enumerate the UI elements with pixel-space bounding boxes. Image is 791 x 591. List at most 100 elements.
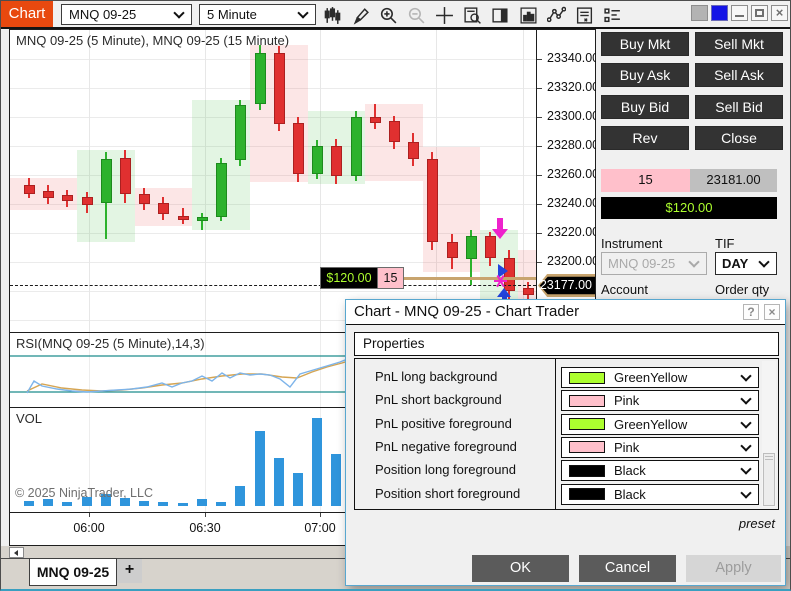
buy-bid-button[interactable]: Buy Bid xyxy=(601,95,689,119)
pnl-long-background-combo[interactable]: GreenYellow xyxy=(561,367,759,388)
price-tick xyxy=(537,175,542,176)
instrument-combo: MNQ 09-25 xyxy=(601,252,707,275)
volume-bar xyxy=(235,486,245,506)
candle-body xyxy=(427,159,438,242)
price-tick xyxy=(537,88,542,89)
price-panel[interactable]: MNQ 09-25 (5 Minute), MNQ 09-25 (15 Minu… xyxy=(10,30,536,332)
strategies-icon[interactable] xyxy=(547,6,566,25)
properties-group: PnL long backgroundGreenYellowPnL short … xyxy=(354,358,779,510)
candle-body xyxy=(523,288,534,295)
volume-bar xyxy=(139,501,149,506)
window-controls: × xyxy=(691,5,788,21)
candle-body xyxy=(197,217,208,221)
dialog-close-button[interactable]: × xyxy=(764,304,780,320)
candle-body xyxy=(178,216,189,220)
properties-section-header[interactable]: Properties xyxy=(354,332,779,356)
position-avg-price-cell: 23181.00 xyxy=(690,169,777,192)
sell-ask-button[interactable]: Sell Ask xyxy=(695,63,783,87)
candle-body xyxy=(312,146,323,174)
add-tab-button[interactable]: + xyxy=(117,559,142,583)
zoom-in-icon[interactable] xyxy=(379,6,398,25)
buy-ask-button[interactable]: Buy Ask xyxy=(601,63,689,87)
tab-mnq-09-25[interactable]: MNQ 09-25 xyxy=(29,558,117,586)
price-axis[interactable]: 23177.00 23340.0023320.0023300.0023280.0… xyxy=(537,30,595,332)
instrument-link-button[interactable] xyxy=(691,5,708,21)
chart-style-icon[interactable] xyxy=(323,6,342,25)
interval-selector-value: 5 Minute xyxy=(200,7,295,22)
close-button[interactable]: × xyxy=(771,5,788,21)
candle-body xyxy=(485,236,496,258)
candle-body xyxy=(62,195,73,201)
entry-price-line[interactable] xyxy=(394,277,536,280)
pnl-short-background-combo[interactable]: Pink xyxy=(561,390,759,411)
property-label: PnL negative foreground xyxy=(375,439,517,454)
color-swatch xyxy=(569,488,605,500)
object-list-icon[interactable] xyxy=(603,6,622,25)
tif-combo-value: DAY xyxy=(716,256,756,271)
tif-combo[interactable]: DAY xyxy=(715,252,777,275)
chevron-down-icon xyxy=(740,370,751,381)
crosshair-icon[interactable] xyxy=(435,6,454,25)
instrument-field-label: Instrument xyxy=(601,236,662,251)
chart-panel-icon[interactable] xyxy=(491,6,510,25)
zoom-out-icon[interactable] xyxy=(407,6,426,25)
instrument-combo-value: MNQ 09-25 xyxy=(602,256,686,271)
candle-body xyxy=(274,53,285,124)
price-tick xyxy=(537,59,542,60)
candle-body xyxy=(158,203,169,215)
properties-scrollbar[interactable] xyxy=(762,361,776,507)
minimize-button[interactable] xyxy=(731,5,748,21)
price-tick xyxy=(537,146,542,147)
time-tick xyxy=(320,513,321,517)
position-pnl-tag[interactable]: $120.00 15 xyxy=(320,267,404,289)
indicators-icon[interactable] xyxy=(519,6,538,25)
interval-selector[interactable]: 5 Minute xyxy=(199,4,316,25)
chevron-down-icon xyxy=(740,394,751,405)
color-name: GreenYellow xyxy=(605,417,738,432)
candle-body xyxy=(447,242,458,258)
buy-mkt-button[interactable]: Buy Mkt xyxy=(601,32,689,56)
scrollbar-thumb[interactable] xyxy=(763,453,775,506)
sell-bid-button[interactable]: Sell Bid xyxy=(695,95,783,119)
chevron-down-icon xyxy=(297,7,308,18)
maximize-button[interactable] xyxy=(751,5,768,21)
dialog-title[interactable]: Chart - MNQ 09-25 - Chart Trader xyxy=(346,300,785,325)
sell-mkt-button[interactable]: Sell Mkt xyxy=(695,32,783,56)
current-price-tag: 23177.00 xyxy=(538,274,595,297)
chart-series-label: MNQ 09-25 (5 Minute), MNQ 09-25 (15 Minu… xyxy=(16,33,289,48)
chevron-down-icon xyxy=(740,487,751,498)
drawing-tools-icon[interactable] xyxy=(351,6,370,25)
preset-link[interactable]: preset xyxy=(739,516,775,531)
cancel-button[interactable]: Cancel xyxy=(579,555,676,582)
time-tick-label: 06:00 xyxy=(73,521,104,535)
time-tick xyxy=(89,513,90,517)
interval-link-button[interactable] xyxy=(711,5,728,21)
volume-bar xyxy=(178,503,188,506)
tab-scroll-left[interactable] xyxy=(9,547,24,558)
chevron-down-icon xyxy=(740,464,751,475)
ok-button[interactable]: OK xyxy=(472,555,569,582)
chevron-down-icon xyxy=(740,440,751,451)
candle-body xyxy=(408,142,419,159)
apply-button[interactable]: Apply xyxy=(686,555,781,582)
grid-divider xyxy=(555,359,556,509)
position-long-foreground-combo[interactable]: Black xyxy=(561,460,759,481)
close-button[interactable]: Close xyxy=(695,126,783,150)
volume-bar xyxy=(293,473,303,506)
color-name: Black xyxy=(605,487,738,502)
pnl-negative-foreground-combo[interactable]: Pink xyxy=(561,437,759,458)
pnl-positive-foreground-combo[interactable]: GreenYellow xyxy=(561,414,759,435)
help-button[interactable]: ? xyxy=(743,304,759,320)
instrument-selector[interactable]: MNQ 09-25 xyxy=(61,4,192,25)
color-name: Pink xyxy=(605,393,738,408)
property-label: PnL short background xyxy=(375,392,502,407)
rev-button[interactable]: Rev xyxy=(601,126,689,150)
chevron-down-icon xyxy=(758,256,769,267)
position-short-foreground-combo[interactable]: Black xyxy=(561,484,759,505)
candle-body xyxy=(139,194,150,204)
window-type-tab[interactable]: Chart xyxy=(1,1,53,27)
time-tick-label: 07:00 xyxy=(304,521,335,535)
chart-properties-icon[interactable] xyxy=(575,6,594,25)
toolbar xyxy=(323,4,622,26)
data-box-icon[interactable] xyxy=(463,6,482,25)
